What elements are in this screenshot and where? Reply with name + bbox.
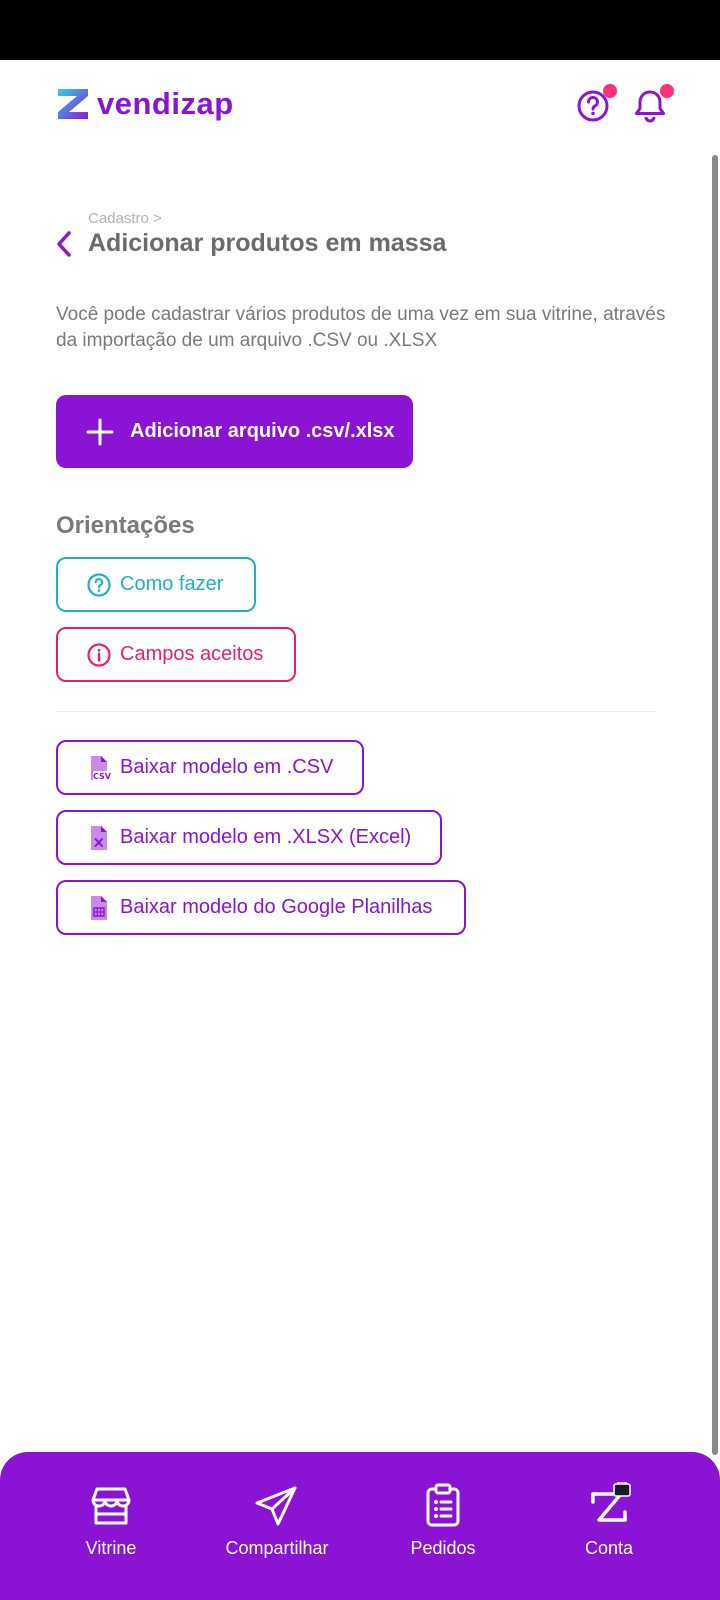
download-google-sheets-label: Baixar modelo do Google Planilhas	[120, 896, 433, 918]
help-circle-icon	[87, 572, 111, 597]
nav-label: Conta	[584, 1538, 634, 1558]
nav-item-vitrine[interactable]: Vitrine	[31, 1482, 191, 1559]
csv-file-icon: CSV	[91, 755, 112, 781]
brand-logo[interactable]: vendizap	[55, 86, 234, 122]
nav-item-pedidos[interactable]: Pedidos	[363, 1482, 523, 1559]
download-google-sheets-button[interactable]: Baixar modelo do Google Planilhas	[56, 880, 466, 935]
nav-item-conta[interactable]: Conta	[529, 1482, 689, 1559]
nav-label: Pedidos	[410, 1538, 476, 1558]
account-z-icon	[591, 1482, 631, 1522]
add-file-label: Adicionar arquivo .csv/.xlsx	[130, 420, 395, 442]
nav-label: Vitrine	[85, 1538, 137, 1558]
how-to-button[interactable]: Como fazer	[56, 557, 256, 612]
breadcrumb-parent[interactable]: Cadastro >	[88, 210, 162, 227]
intro-text: Você pode cadastrar vários produtos de u…	[56, 304, 666, 351]
info-icon	[87, 642, 111, 667]
download-csv-button[interactable]: CSV Baixar modelo em .CSV	[56, 740, 364, 795]
accepted-fields-button[interactable]: Campos aceitos	[56, 627, 296, 682]
bottom-navigation: Vitrine Compartilhar Pedidos Conta	[0, 1452, 720, 1600]
storefront-icon	[91, 1487, 131, 1525]
clipboard-list-icon	[426, 1483, 460, 1527]
download-csv-label: Baixar modelo em .CSV	[120, 756, 334, 778]
status-bar	[0, 0, 720, 60]
spreadsheet-file-icon	[91, 895, 107, 920]
add-file-button[interactable]: Adicionar arquivo .csv/.xlsx	[56, 395, 413, 468]
plus-icon	[86, 418, 114, 445]
notification-badge	[660, 84, 674, 98]
notifications-button[interactable]	[632, 84, 674, 124]
download-xlsx-label: Baixar modelo em .XLSX (Excel)	[120, 826, 412, 848]
scrollbar[interactable]	[712, 155, 718, 1455]
svg-text:CSV: CSV	[93, 772, 112, 781]
notification-badge	[603, 84, 617, 98]
xlsx-file-icon	[91, 825, 107, 850]
download-xlsx-button[interactable]: Baixar modelo em .XLSX (Excel)	[56, 810, 442, 865]
vendizap-logo-icon	[58, 89, 88, 119]
how-to-label: Como fazer	[120, 573, 224, 595]
divider	[56, 711, 656, 712]
paper-plane-icon	[255, 1486, 297, 1526]
app-header: vendizap	[0, 60, 720, 150]
nav-item-compartilhar[interactable]: Compartilhar	[197, 1482, 357, 1559]
page-title: Adicionar produtos em massa	[88, 229, 447, 257]
guidance-title: Orientações	[56, 512, 195, 539]
help-button[interactable]	[575, 84, 617, 124]
brand-name: vendizap	[97, 86, 234, 121]
nav-label: Compartilhar	[225, 1538, 329, 1558]
accepted-fields-label: Campos aceitos	[120, 643, 264, 665]
chevron-left-icon[interactable]	[55, 230, 73, 258]
